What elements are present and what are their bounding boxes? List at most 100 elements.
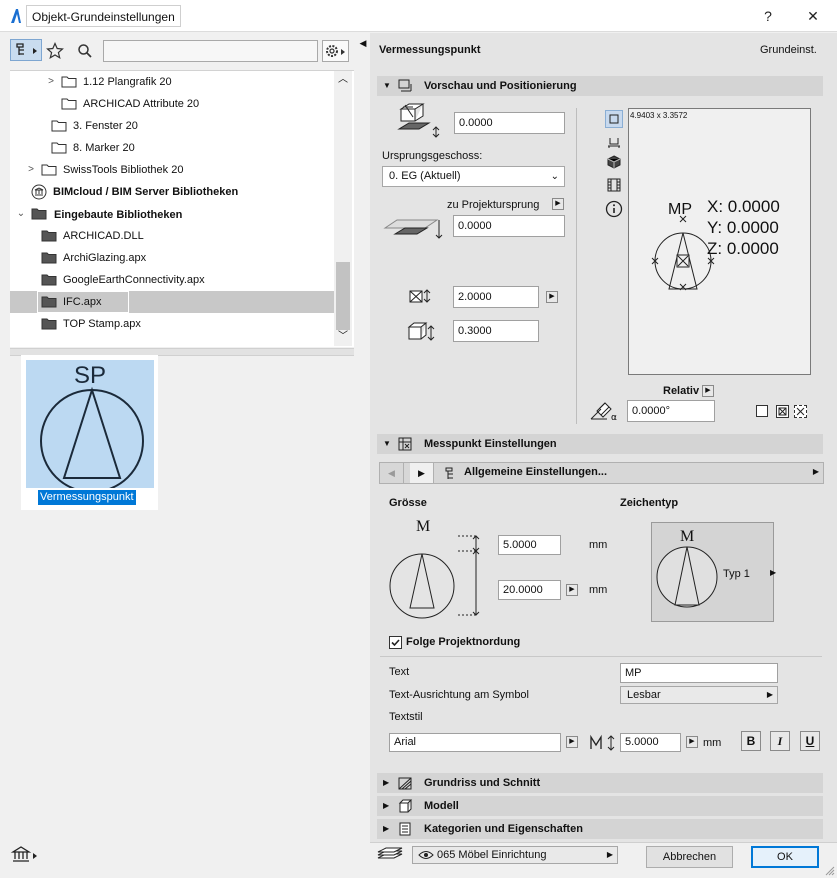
chevron-right-icon: ▶ bbox=[766, 690, 773, 699]
width-arrow-icon[interactable]: ▶ bbox=[546, 291, 558, 303]
tree-row-label: BIMcloud / BIM Server Bibliotheken bbox=[53, 186, 239, 198]
tree-row[interactable]: GoogleEarthConnectivity.apx bbox=[10, 269, 334, 291]
object-thumbnail[interactable]: SP bbox=[26, 360, 154, 493]
symbol-size-input[interactable]: 5.0000 bbox=[498, 535, 561, 555]
chevron-down-icon[interactable]: ⌄ bbox=[16, 203, 26, 225]
north-checkbox[interactable] bbox=[389, 636, 402, 649]
model-cube-icon bbox=[398, 799, 413, 813]
text-input[interactable]: MP bbox=[620, 663, 778, 683]
italic-button[interactable]: I bbox=[770, 731, 790, 751]
height-input[interactable]: 0.3000 bbox=[453, 320, 539, 342]
preview-canvas[interactable]: 4.9403 x 3.3572 MP X: 0.0000 Y: 0.0000 Z… bbox=[628, 108, 811, 375]
projektursprung-arrow-icon[interactable]: ▶ bbox=[552, 198, 564, 210]
library-manager-button[interactable] bbox=[10, 844, 40, 866]
tree-row[interactable]: ARCHICAD.DLL bbox=[10, 225, 334, 247]
tree-row-label: Eingebaute Bibliotheken bbox=[49, 203, 188, 227]
elevation-input[interactable]: 0.0000 bbox=[454, 112, 565, 134]
section-vorschau-header[interactable]: ▼ Vorschau und Positionierung bbox=[377, 76, 823, 96]
view-section-button[interactable] bbox=[605, 134, 623, 152]
canvas-size-label: 4.9403 x 3.3572 bbox=[630, 111, 688, 120]
view-film-button[interactable] bbox=[605, 177, 623, 195]
archicad-logo-icon bbox=[11, 9, 21, 23]
width-input[interactable]: 2.0000 bbox=[453, 286, 539, 308]
search-icon[interactable] bbox=[77, 43, 93, 59]
mirror-x-toggle[interactable] bbox=[776, 405, 789, 418]
tree-row[interactable]: 3. Fenster 20 bbox=[10, 115, 334, 137]
section-grundriss-header[interactable]: ▶ Grundriss und Schnitt bbox=[377, 773, 823, 793]
folder-icon bbox=[41, 274, 57, 286]
font-size-icon bbox=[590, 734, 615, 751]
ok-button[interactable]: OK bbox=[751, 846, 819, 868]
section-icon bbox=[608, 138, 620, 148]
tree-row[interactable]: > 1.12 Plangrafik 20 bbox=[10, 71, 334, 93]
view-3d-button[interactable] bbox=[605, 154, 623, 172]
section-modell-header[interactable]: ▶ Modell bbox=[377, 796, 823, 816]
font-size-input[interactable]: 5.0000 bbox=[620, 733, 681, 752]
section-kategorien-header[interactable]: ▶ Kategorien und Eigenschaften bbox=[377, 819, 823, 839]
view-2d-button[interactable] bbox=[605, 110, 623, 128]
favorites-star-icon[interactable] bbox=[46, 42, 64, 60]
info-button[interactable] bbox=[605, 200, 623, 218]
scroll-up-icon[interactable]: ︿ bbox=[334, 71, 352, 89]
tree-row[interactable]: BIMcloud / BIM Server Bibliotheken bbox=[10, 181, 334, 203]
chevron-right-icon[interactable]: > bbox=[26, 159, 36, 181]
tree-row[interactable]: > SwissTools Bibliothek 20 bbox=[10, 159, 334, 181]
window-title: Objekt-Grundeinstellungen bbox=[26, 5, 181, 27]
tree-row-selected[interactable]: IFC.apx bbox=[10, 291, 334, 313]
font-size-arrow-icon[interactable]: ▶ bbox=[686, 736, 698, 748]
groesse-label: Grösse bbox=[389, 497, 427, 509]
symbol-type-label: Typ 1 bbox=[723, 568, 750, 580]
circle-size-input[interactable]: 20.0000 bbox=[498, 580, 561, 600]
library-view-button[interactable] bbox=[10, 39, 42, 61]
prev-page-button[interactable]: ◀ bbox=[380, 463, 404, 483]
scroll-down-icon[interactable]: ﹀ bbox=[334, 328, 352, 346]
cube-icon bbox=[607, 155, 621, 169]
section-messpunkt-header[interactable]: ▼ Messpunkt Einstellungen bbox=[377, 434, 823, 454]
settings-page-label[interactable]: Allgemeine Einstellungen... bbox=[464, 466, 607, 478]
mirror-none-toggle[interactable] bbox=[756, 405, 768, 417]
section-title: Vorschau und Positionierung bbox=[424, 80, 577, 92]
panel-defaults-label: Grundeinst. bbox=[760, 44, 817, 56]
tree-row[interactable]: ARCHICAD Attribute 20 bbox=[10, 93, 334, 115]
font-arrow-icon[interactable]: ▶ bbox=[566, 736, 578, 748]
chevron-right-icon: ▶ bbox=[606, 850, 613, 859]
section-title: Kategorien und Eigenschaften bbox=[424, 823, 583, 835]
tree-row[interactable]: TOP Stamp.apx bbox=[10, 313, 334, 335]
ursprung-select[interactable]: 0. EG (Aktuell) ⌄ bbox=[382, 166, 565, 187]
cancel-button[interactable]: Abbrechen bbox=[646, 846, 733, 868]
relativ-arrow-icon[interactable]: ▶ bbox=[702, 385, 714, 397]
tree-row-label: 1.12 Plangrafik 20 bbox=[83, 76, 172, 88]
align-select[interactable]: Lesbar ▶ bbox=[620, 686, 778, 704]
resize-grip-icon[interactable] bbox=[823, 864, 835, 876]
close-button[interactable]: ✕ bbox=[790, 0, 836, 32]
rotation-angle-input[interactable]: 0.0000° bbox=[627, 400, 715, 422]
tree-row-label: 8. Marker 20 bbox=[73, 142, 135, 154]
align-value: Lesbar bbox=[627, 689, 661, 701]
library-settings-button[interactable] bbox=[322, 40, 349, 62]
projektursprung-input[interactable]: 0.0000 bbox=[453, 215, 565, 237]
mirror-xy-toggle[interactable] bbox=[794, 405, 807, 418]
underline-button[interactable]: U bbox=[800, 731, 820, 751]
section-title: Messpunkt Einstellungen bbox=[424, 438, 557, 450]
library-building-icon bbox=[10, 846, 37, 862]
layer-select[interactable]: 065 Möbel Einrichtung ▶ bbox=[412, 846, 618, 864]
help-button[interactable]: ? bbox=[745, 0, 791, 32]
elevation-icon bbox=[397, 103, 440, 138]
circle-size-arrow-icon[interactable]: ▶ bbox=[566, 584, 578, 596]
settings-grid-icon bbox=[398, 437, 412, 451]
tree-row[interactable]: ⌄ Eingebaute Bibliotheken bbox=[10, 203, 334, 227]
chevron-right-icon[interactable]: > bbox=[46, 71, 56, 93]
tree-scroll-thumb[interactable] bbox=[336, 262, 350, 330]
mirror-x-icon bbox=[778, 407, 787, 416]
tree-row[interactable]: ArchiGlazing.apx bbox=[10, 247, 334, 269]
chevron-right-icon: ▶ bbox=[383, 778, 390, 787]
collapse-pane-arrow-icon[interactable]: ◀ bbox=[357, 33, 369, 53]
font-input[interactable]: Arial bbox=[389, 733, 561, 752]
symbol-type-picker[interactable]: M Typ 1 ▶ bbox=[651, 522, 776, 622]
tree-row[interactable]: 8. Marker 20 bbox=[10, 137, 334, 159]
next-page-button[interactable]: ▶ bbox=[410, 463, 434, 483]
library-search-input[interactable] bbox=[103, 40, 318, 62]
text-label: Text bbox=[389, 666, 410, 678]
bold-button[interactable]: B bbox=[741, 731, 761, 751]
north-label: Folge Projektnordung bbox=[406, 636, 521, 648]
